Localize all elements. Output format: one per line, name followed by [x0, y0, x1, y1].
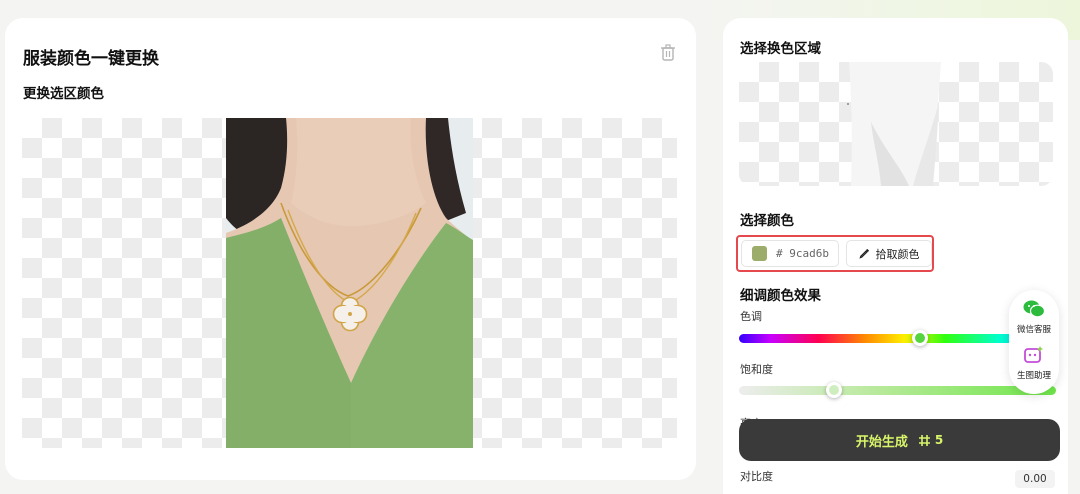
assistant-icon — [1024, 346, 1043, 363]
color-swatch — [752, 246, 767, 261]
credit-icon — [918, 434, 930, 446]
region-preview[interactable] — [739, 62, 1053, 186]
hue-label: 色调 — [740, 310, 762, 323]
edit-canvas[interactable] — [22, 118, 677, 448]
contrast-label: 对比度 — [740, 470, 773, 483]
model-photo — [226, 118, 473, 448]
saturation-label: 饱和度 — [740, 363, 773, 376]
pick-color-label: 拾取颜色 — [875, 247, 920, 261]
wechat-service-label: 微信客服 — [1016, 325, 1051, 335]
generate-cost: 5 — [918, 433, 943, 447]
tune-title: 细调颜色效果 — [740, 288, 821, 304]
eyedropper-icon — [858, 248, 869, 259]
color-hex-value: # 9cad6b — [776, 247, 829, 260]
color-title: 选择颜色 — [740, 213, 794, 229]
wechat-icon — [1023, 300, 1045, 318]
generate-label: 开始生成 — [855, 434, 908, 450]
generate-button[interactable]: 开始生成 5 — [739, 419, 1060, 461]
section-label: 更换选区颜色 — [23, 86, 104, 102]
hue-slider-thumb[interactable] — [911, 330, 928, 346]
color-hex-field[interactable]: # 9cad6b — [741, 240, 839, 267]
pick-color-button[interactable]: 拾取颜色 — [846, 240, 932, 267]
wechat-service-button[interactable]: 微信客服 — [1009, 300, 1059, 335]
page-title: 服装颜色一键更换 — [23, 49, 159, 69]
saturation-slider-track[interactable] — [739, 386, 1056, 395]
assistant-button[interactable]: 生图助理 — [1009, 346, 1059, 381]
region-title: 选择换色区域 — [740, 41, 821, 57]
contrast-value[interactable]: 0.00 — [1015, 470, 1055, 488]
saturation-slider-thumb[interactable] — [826, 382, 843, 398]
trash-icon[interactable] — [660, 44, 676, 61]
assistant-label: 生图助理 — [1016, 371, 1051, 381]
generate-cost-value: 5 — [934, 433, 944, 447]
editor-card: 服装颜色一键更换 更换选区颜色 — [5, 18, 696, 480]
floating-help-widget: 微信客服 生图助理 — [1009, 290, 1059, 394]
